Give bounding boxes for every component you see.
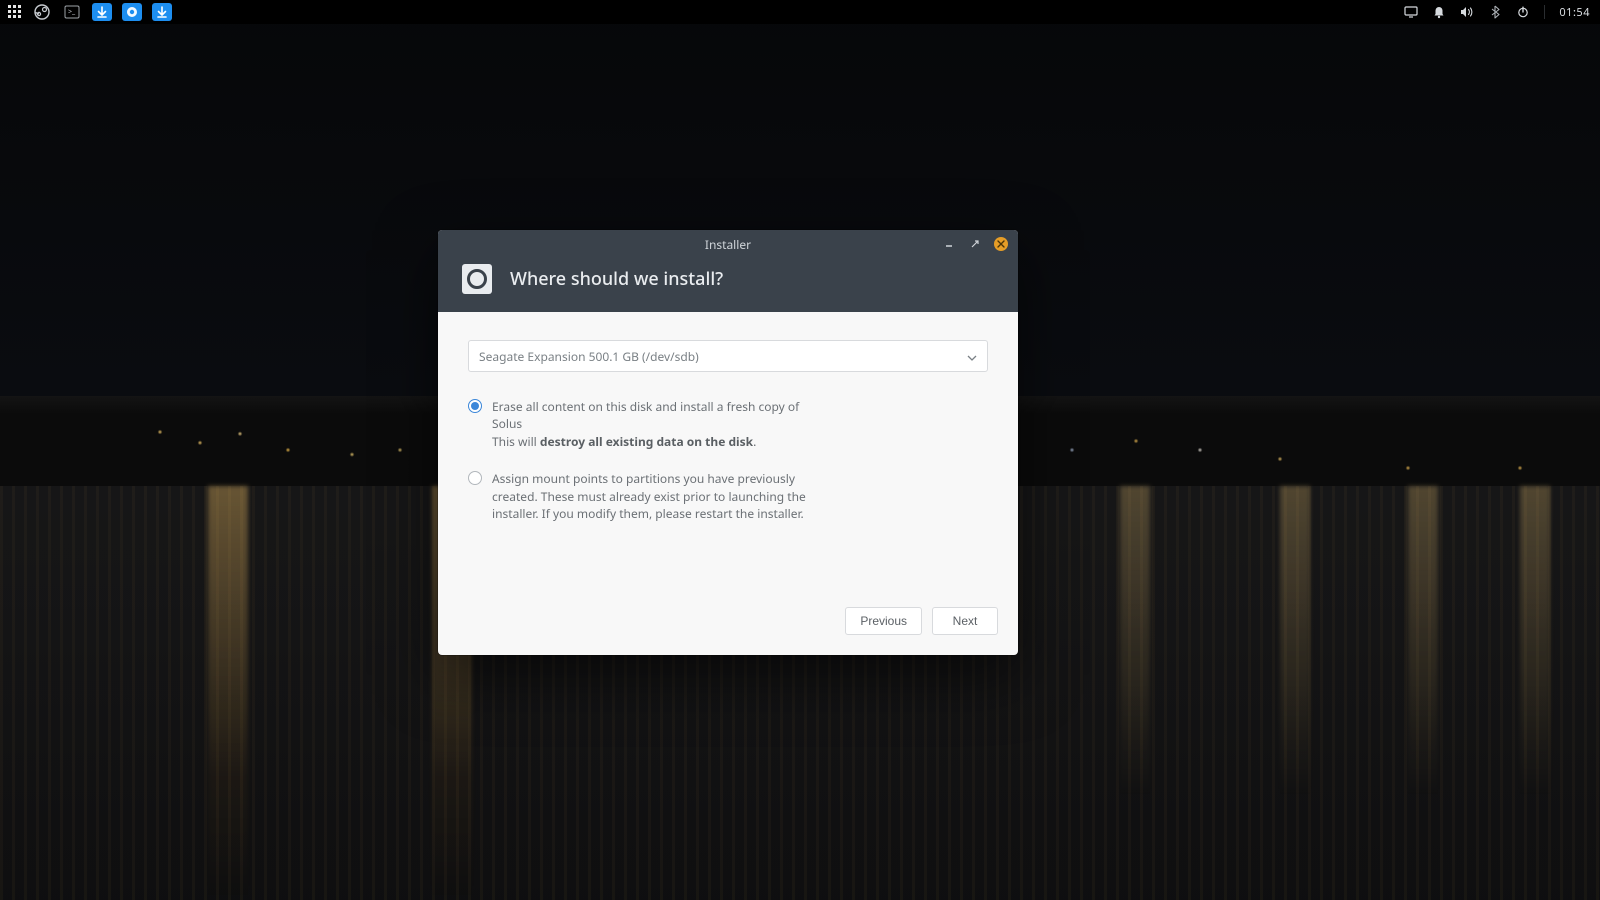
page-heading: Where should we install?	[510, 267, 723, 291]
window-title: Installer	[438, 236, 1018, 253]
tray-bluetooth[interactable]	[1486, 0, 1504, 24]
bluetooth-icon	[1488, 5, 1502, 19]
window-body: Seagate Expansion 500.1 GB (/dev/sdb) Er…	[438, 312, 1018, 595]
top-panel: >_	[0, 0, 1600, 24]
minimize-icon	[944, 239, 954, 249]
radio-assign[interactable]	[468, 471, 482, 485]
panel-separator	[1544, 5, 1545, 19]
tray-power[interactable]	[1514, 0, 1532, 24]
option-erase-text: Erase all content on this disk and insta…	[492, 398, 832, 450]
window-header: Where should we install?	[438, 258, 1018, 312]
bell-icon	[1432, 5, 1446, 19]
disk-select[interactable]: Seagate Expansion 500.1 GB (/dev/sdb)	[468, 340, 988, 372]
steam-icon	[32, 3, 52, 21]
installer-window: Installer Where should we install? Seaga…	[438, 230, 1018, 655]
window-footer: Previous Next	[438, 595, 1018, 655]
panel-clock[interactable]: 01:54	[1557, 0, 1592, 24]
chevron-down-icon	[967, 348, 977, 365]
apps-grid-icon	[8, 5, 22, 19]
minimize-button[interactable]	[942, 237, 956, 251]
applications-menu-button[interactable]	[6, 0, 24, 24]
task-download-1[interactable]	[90, 0, 114, 24]
volume-icon	[1460, 5, 1474, 19]
browser-icon	[122, 3, 142, 21]
power-icon	[1516, 5, 1530, 19]
task-steam[interactable]	[30, 0, 54, 24]
download-arrow-icon	[152, 3, 172, 21]
task-terminal[interactable]: >_	[60, 0, 84, 24]
task-browser[interactable]	[120, 0, 144, 24]
download-arrow-icon	[92, 3, 112, 21]
tray-notifications[interactable]	[1430, 0, 1448, 24]
solus-logo-icon	[462, 264, 492, 294]
close-button[interactable]	[994, 237, 1008, 251]
close-icon	[997, 240, 1005, 248]
maximize-button[interactable]	[968, 237, 982, 251]
radio-erase[interactable]	[468, 399, 482, 413]
titlebar[interactable]: Installer	[438, 230, 1018, 258]
previous-button[interactable]: Previous	[845, 607, 922, 635]
option-assign-text: Assign mount points to partitions you ha…	[492, 470, 832, 522]
tray-display[interactable]	[1402, 0, 1420, 24]
display-icon	[1404, 5, 1418, 19]
tray-volume[interactable]	[1458, 0, 1476, 24]
svg-text:>_: >_	[68, 8, 76, 17]
option-assign-mounts[interactable]: Assign mount points to partitions you ha…	[468, 470, 988, 522]
next-button[interactable]: Next	[932, 607, 998, 635]
maximize-icon	[970, 239, 980, 249]
disk-select-value: Seagate Expansion 500.1 GB (/dev/sdb)	[479, 348, 699, 365]
task-download-2[interactable]	[150, 0, 174, 24]
option-erase-disk[interactable]: Erase all content on this disk and insta…	[468, 398, 988, 450]
terminal-icon: >_	[62, 3, 82, 21]
